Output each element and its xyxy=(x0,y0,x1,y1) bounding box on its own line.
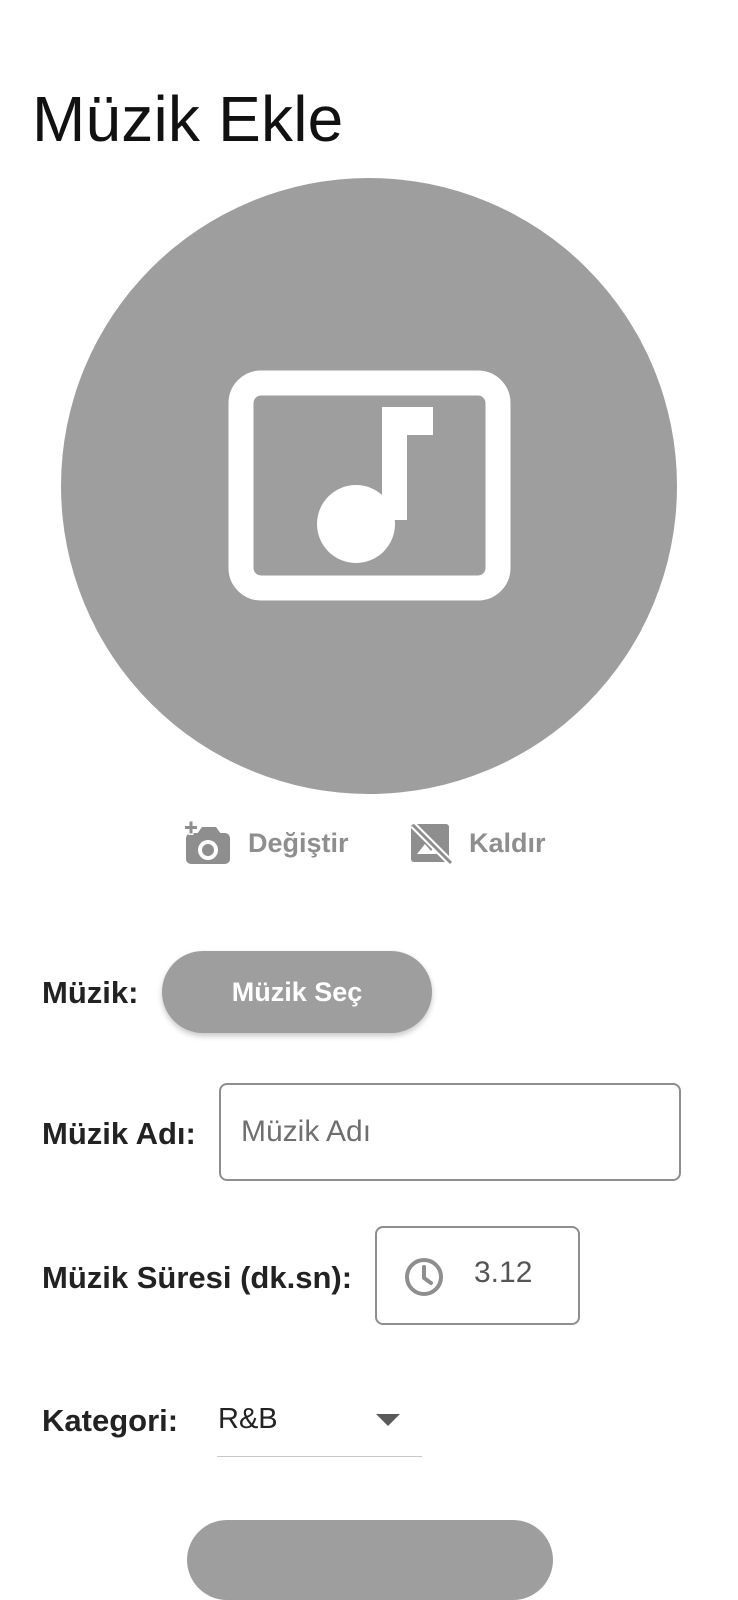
category-selected-value: R&B xyxy=(218,1403,278,1435)
change-cover-label: Değiştir xyxy=(248,827,349,858)
remove-cover-button[interactable]: Kaldır xyxy=(409,818,546,868)
page-title: Müzik Ekle xyxy=(32,82,344,155)
music-name-input[interactable] xyxy=(219,1083,681,1181)
music-duration-field[interactable]: 3.12 xyxy=(375,1226,580,1325)
music-name-label: Müzik Adı: xyxy=(42,1116,196,1151)
save-music-button[interactable] xyxy=(187,1520,553,1600)
music-label: Müzik: xyxy=(42,975,139,1010)
music-duration-value: 3.12 xyxy=(474,1256,533,1289)
change-cover-button[interactable]: Değiştir xyxy=(182,818,349,868)
select-music-button[interactable]: Müzik Seç xyxy=(162,951,432,1033)
music-note-image-icon xyxy=(228,370,511,601)
image-off-icon xyxy=(410,822,453,865)
remove-cover-label: Kaldır xyxy=(469,827,546,858)
music-duration-label: Müzik Süresi (dk.sn): xyxy=(42,1260,353,1295)
category-label: Kategori: xyxy=(42,1403,179,1438)
add-camera-icon xyxy=(184,821,230,864)
clock-icon xyxy=(405,1258,443,1296)
dropdown-arrow-icon xyxy=(376,1414,400,1426)
category-dropdown[interactable]: R&B xyxy=(217,1392,422,1457)
